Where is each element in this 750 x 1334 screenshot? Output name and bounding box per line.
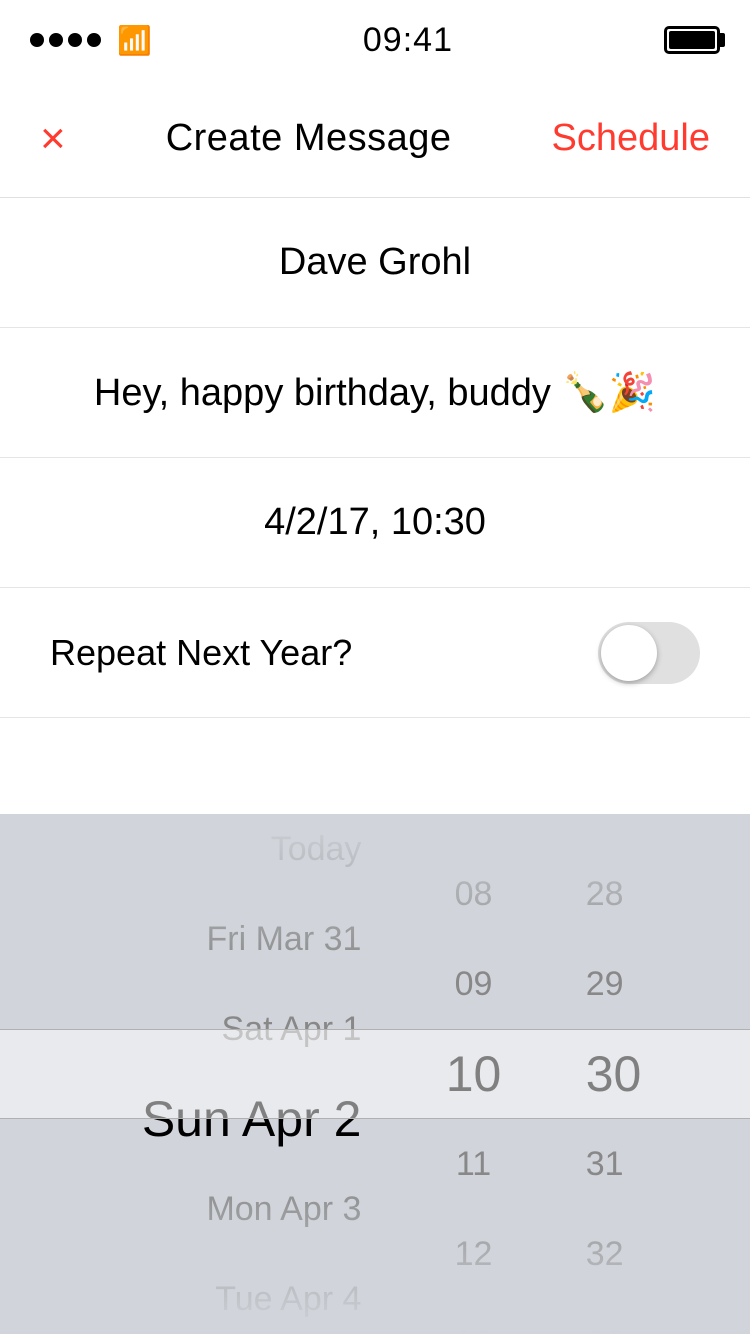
picker-date-item[interactable]: Mon Apr 3	[206, 1164, 361, 1254]
battery-icon	[664, 26, 720, 54]
signal-area: 📶	[30, 24, 152, 57]
signal-dots	[30, 33, 101, 47]
repeat-label: Repeat Next Year?	[50, 632, 352, 674]
message-text: Hey, happy birthday, buddy 🍾🎉	[54, 341, 696, 445]
dot-3	[68, 33, 82, 47]
picker-date-item[interactable]: Sat Apr 1	[222, 984, 362, 1074]
recipient-row[interactable]: Dave Grohl	[0, 198, 750, 328]
battery-fill	[669, 31, 715, 49]
picker-date-items: WedTodayFri Mar 31Sat Apr 1Sun Apr 2Mon …	[142, 814, 362, 1334]
picker-minute-item[interactable]: 30	[586, 1029, 642, 1119]
message-row[interactable]: Hey, happy birthday, buddy 🍾🎉	[0, 328, 750, 458]
datetime-value: 4/2/17, 10:30	[224, 471, 526, 574]
close-button[interactable]: ×	[40, 117, 66, 161]
recipient-name: Dave Grohl	[239, 211, 511, 314]
picker-hour-items: 07080910111213	[446, 814, 502, 1334]
picker-date-item[interactable]: Sun Apr 2	[142, 1074, 362, 1164]
picker-date-column[interactable]: WedTodayFri Mar 31Sat Apr 1Sun Apr 2Mon …	[0, 814, 391, 1334]
picker-minute-item[interactable]: 31	[586, 1119, 624, 1209]
page-title: Create Message	[166, 117, 452, 160]
picker-minute-item[interactable]: 33	[586, 1299, 624, 1334]
picker-minute-items: 27282930313233	[586, 814, 642, 1334]
picker-minute-item[interactable]: 32	[586, 1209, 624, 1299]
picker-columns: WedTodayFri Mar 31Sat Apr 1Sun Apr 2Mon …	[0, 814, 750, 1334]
wifi-icon: 📶	[117, 24, 152, 57]
picker-minute-column[interactable]: 27282930313233	[556, 814, 750, 1334]
picker-date-item[interactable]: Today	[271, 814, 362, 894]
repeat-toggle[interactable]	[598, 622, 700, 684]
picker-minute-item[interactable]: 27	[586, 814, 624, 849]
date-time-picker[interactable]: WedTodayFri Mar 31Sat Apr 1Sun Apr 2Mon …	[0, 814, 750, 1334]
picker-hour-column[interactable]: 07080910111213	[391, 814, 555, 1334]
datetime-row[interactable]: 4/2/17, 10:30	[0, 458, 750, 588]
repeat-row: Repeat Next Year?	[0, 588, 750, 718]
content-area: Dave Grohl Hey, happy birthday, buddy 🍾🎉…	[0, 198, 750, 718]
dot-4	[87, 33, 101, 47]
picker-hour-item[interactable]: 11	[456, 1119, 491, 1209]
nav-bar: × Create Message Schedule	[0, 80, 750, 198]
toggle-knob	[601, 625, 657, 681]
picker-hour-item[interactable]: 10	[446, 1029, 502, 1119]
status-bar: 📶 09:41	[0, 0, 750, 80]
picker-minute-item[interactable]: 28	[586, 849, 624, 939]
picker-date-item[interactable]: Tue Apr 4	[215, 1254, 361, 1334]
picker-hour-item[interactable]: 09	[455, 939, 493, 1029]
dot-2	[49, 33, 63, 47]
dot-1	[30, 33, 44, 47]
picker-minute-item[interactable]: 29	[586, 939, 624, 1029]
picker-hour-item[interactable]: 13	[455, 1299, 493, 1334]
picker-date-item[interactable]: Fri Mar 31	[207, 894, 362, 984]
picker-hour-item[interactable]: 08	[455, 849, 493, 939]
picker-hour-item[interactable]: 12	[455, 1209, 493, 1299]
status-time: 09:41	[363, 21, 453, 60]
schedule-button[interactable]: Schedule	[552, 117, 710, 160]
picker-hour-item[interactable]: 07	[455, 814, 493, 849]
